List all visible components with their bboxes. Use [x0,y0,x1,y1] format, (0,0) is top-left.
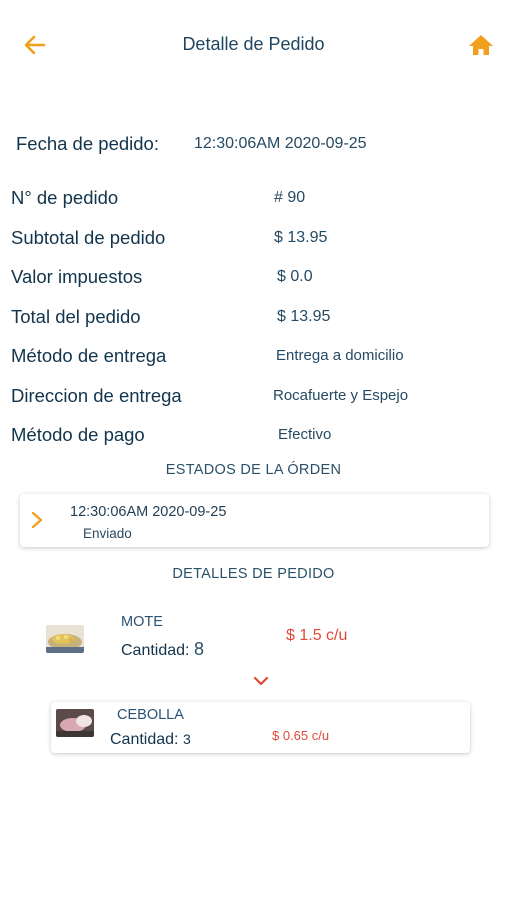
delivery-method-value: Entrega a domicilio [276,347,404,364]
quantity-value: 8 [193,639,204,659]
quantity-label: Cantidad: [121,642,190,659]
delivery-address-value: Rocafuerte y Espejo [273,387,409,404]
chevron-right-icon [31,511,43,529]
top-bar: Detalle de Pedido [0,0,507,90]
product-quantity: Cantidad: 3 [110,731,191,749]
order-number-value: # 90 [274,189,306,206]
taxes-value: $ 0.0 [277,268,313,285]
product-quantity: Cantidad: 8 [121,639,204,660]
subtotal-label: Subtotal de pedido [11,227,166,248]
delivery-address-label: Direccion de entrega [11,385,182,406]
total-value: $ 13.95 [277,308,331,325]
delivery-method-label: Método de entrega [11,345,167,366]
product-image [46,625,84,653]
product-price: $ 1.5 c/u [286,627,348,644]
quantity-label: Cantidad: [110,731,179,748]
order-states-heading: ESTADOS DE LA ÓRDEN [165,462,342,478]
order-number-label: N° de pedido [11,187,119,208]
payment-method-value: Efectivo [278,426,332,443]
product-image [56,709,94,737]
subtotal-value: $ 13.95 [274,229,328,246]
home-button[interactable] [466,32,496,58]
product-price: $ 0.65 c/u [272,728,330,743]
order-state-status: Enviado [83,526,132,541]
taxes-label: Valor impuestos [11,266,143,287]
order-state-time: 12:30:06AM 2020-09-25 [70,504,227,520]
order-date-value: 12:30:06AM 2020-09-25 [194,135,367,152]
order-details-heading: DETALLES DE PEDIDO [172,566,335,582]
product-name: MOTE [121,614,163,630]
total-label: Total del pedido [11,306,141,327]
page-title: Detalle de Pedido [182,34,325,54]
order-date-label: Fecha de pedido: [16,133,159,154]
home-icon [469,35,493,55]
payment-method-label: Método de pago [11,424,145,445]
quantity-value: 3 [182,731,191,747]
chevron-down-icon[interactable] [253,676,269,687]
product-name: CEBOLLA [117,707,184,723]
order-state-item[interactable]: 12:30:06AM 2020-09-25 Enviado [20,494,489,547]
order-item-card: CEBOLLA Cantidad: 3 $ 0.65 c/u [51,702,470,753]
